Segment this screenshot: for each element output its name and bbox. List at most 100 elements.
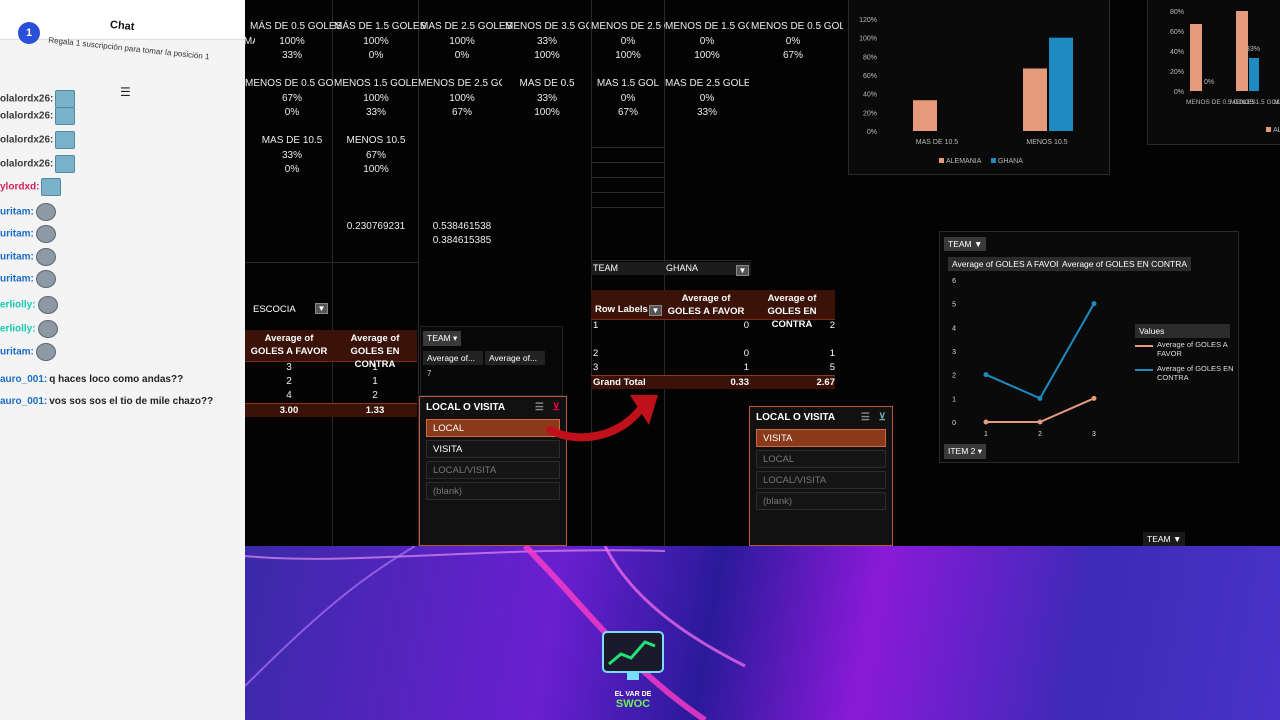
cell: 100%: [449, 93, 475, 104]
team-tag[interactable]: TEAM ▾: [423, 331, 462, 346]
filter-button[interactable]: ▼: [736, 262, 749, 280]
slicer-header: LOCAL O VISITA ☰ ⊻: [750, 407, 892, 426]
legend: Average of GOLES A FAVOR Average of GOLE…: [1135, 340, 1235, 382]
cell: 0: [743, 348, 749, 359]
cell: 1: [829, 348, 835, 359]
cell: 67%: [451, 107, 472, 118]
team-tag-bottom[interactable]: TEAM ▼: [1143, 532, 1186, 546]
chat-panel: Chat 1 Regala 1 suscripción para tomar l…: [0, 0, 245, 720]
monitor-logo-icon: [602, 631, 664, 680]
multi-select-icon[interactable]: ☰: [535, 402, 544, 413]
chat-title: Chat: [109, 18, 135, 34]
cell: 1: [372, 376, 378, 387]
slicer-item[interactable]: VISITA: [756, 429, 886, 447]
cube-emote-icon: [41, 178, 62, 196]
header-cell: MENOS DE 2.5 GOLES: [418, 78, 502, 89]
y-tick-label: 4: [952, 325, 956, 332]
tag-label: TEAM: [1147, 534, 1171, 544]
filter-icon: ▼: [649, 305, 662, 317]
cell: 0.538461538: [432, 221, 492, 232]
cell: 100%: [363, 93, 389, 104]
chat-username[interactable]: olalordx26:: [0, 159, 53, 170]
pivot-col-header: Average of GOLES EN CONTRA: [333, 330, 417, 370]
bar-chart-svg: 120% 100% 80% 60% 40% 20% 0% MAS DE 10.5 MENOS 1…: [859, 17, 1073, 165]
slicer-local-visita-2: LOCAL O VISITA ☰ ⊻ VISITA LOCAL LOCAL/VI…: [749, 406, 893, 546]
chat-username[interactable]: uritam:: [0, 252, 34, 263]
cell: 0%: [284, 164, 300, 175]
chat-username[interactable]: uritam:: [0, 274, 34, 285]
legend-swatch: [991, 158, 996, 163]
slicer-item[interactable]: (blank): [426, 482, 560, 500]
bar: [1190, 24, 1202, 91]
slicer-item[interactable]: LOCAL: [426, 419, 560, 437]
y-tick-label: 40%: [1170, 49, 1184, 56]
cube-emote-icon: [55, 107, 76, 125]
row-label: 3: [593, 362, 599, 373]
cat-emote-icon: [35, 203, 56, 221]
data-point: [1037, 419, 1043, 425]
small-pivot: TEAM ▾ Average of... Average of... 7: [420, 326, 563, 396]
chat-username[interactable]: ylordxd:: [0, 182, 39, 193]
cell: 67%: [281, 93, 302, 104]
x-tick-label: 1: [984, 431, 988, 438]
total-cell: 1.33: [365, 405, 385, 416]
chat-message: auro_001: vos sos sos el tio de mile chaz…: [0, 396, 213, 407]
chat-message: uritam:: [0, 248, 58, 266]
chat-username[interactable]: auro_001:: [0, 396, 47, 407]
red-arrow-icon: [546, 395, 658, 442]
chat-username[interactable]: olalordx26:: [0, 94, 53, 105]
multi-select-icon[interactable]: ☰: [861, 412, 870, 423]
cell: 5: [829, 362, 835, 373]
chat-username[interactable]: olalordx26:: [0, 135, 53, 146]
chat-username[interactable]: auro_001:: [0, 374, 47, 385]
chat-username[interactable]: uritam:: [0, 229, 34, 240]
cell: 4: [286, 390, 292, 401]
cell: 33%: [281, 150, 302, 161]
chat-message: olalordx26:: [0, 155, 77, 173]
y-tick-label: 20%: [863, 110, 877, 117]
y-tick-label: 40%: [863, 92, 877, 99]
chat-username[interactable]: erliolly:: [0, 324, 36, 335]
total-cell: 2.67: [816, 377, 836, 388]
slicer-item[interactable]: LOCAL: [756, 450, 886, 468]
series-tag: Average of...: [423, 351, 483, 365]
filter-button[interactable]: ▼: [315, 300, 328, 318]
item-filter-tag[interactable]: ITEM 2 ▾: [944, 444, 987, 459]
y-tick-label: 0%: [867, 129, 877, 136]
chat-username[interactable]: uritam:: [0, 207, 34, 218]
legend-label: ALEMANIA: [946, 158, 982, 165]
cell: 67%: [617, 107, 638, 118]
chat-username[interactable]: olalordx26:: [0, 111, 53, 122]
y-tick-label: 0%: [1174, 89, 1184, 96]
data-label: 0%: [1204, 79, 1214, 86]
tag-label: ITEM 2: [948, 446, 976, 456]
stream-background: EL VAR DE SWOC: [245, 546, 1280, 720]
cell: 0%: [699, 36, 715, 47]
cell: 0%: [454, 50, 470, 61]
y-tick-label: 6: [952, 278, 956, 285]
header-cell: MAS DE 0.5: [519, 78, 575, 89]
header-cell: MÁS DE 0.5 GOLES: [250, 21, 343, 32]
y-tick-label: 60%: [863, 73, 877, 80]
y-tick-label: 20%: [1170, 69, 1184, 76]
clear-filter-icon[interactable]: ⊻: [879, 412, 886, 423]
chat-message: erliolly:: [0, 320, 60, 338]
filter-icon[interactable]: ☰: [120, 85, 131, 99]
chat-username[interactable]: uritam:: [0, 347, 34, 358]
chat-username[interactable]: erliolly:: [0, 300, 36, 311]
y-tick-label: 2: [952, 373, 956, 380]
slicer-item[interactable]: (blank): [756, 492, 886, 510]
cat-emote-icon: [35, 225, 56, 243]
cell: 2: [372, 390, 378, 401]
legend-swatch: [1135, 345, 1153, 347]
cube-emote-icon: [55, 155, 76, 173]
header-cell: MAS DE 2.5 GOLES: [420, 21, 513, 32]
slicer-item[interactable]: VISITA: [426, 440, 560, 458]
cat-emote-icon: [35, 343, 56, 361]
slicer-item[interactable]: LOCAL/VISITA: [756, 471, 886, 489]
row-filter-button[interactable]: ▼: [649, 302, 662, 320]
chat-message: olalordx26:: [0, 107, 77, 125]
slicer-item[interactable]: LOCAL/VISITA: [426, 461, 560, 479]
team-value: GHANA: [666, 263, 699, 273]
header-cell: MENOS DE 0.5 GOLES: [751, 21, 843, 32]
